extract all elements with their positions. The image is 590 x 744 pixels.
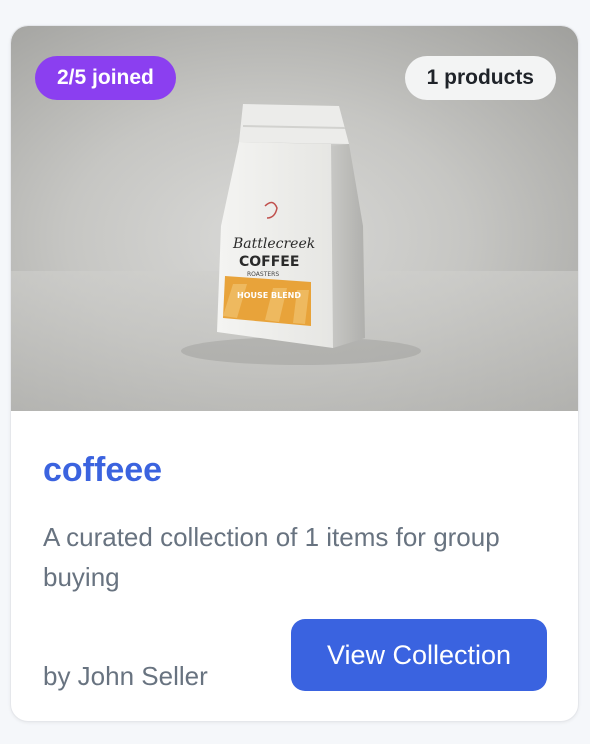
seller-name: by John Seller	[43, 661, 208, 691]
collection-image: Battlecreek COFFEE ROASTERS HOUSE BLEND …	[11, 26, 578, 411]
card-body: coffeee A curated collection of 1 items …	[11, 411, 578, 721]
collection-title[interactable]: coffeee	[43, 451, 162, 490]
view-collection-button[interactable]: View Collection	[291, 619, 547, 691]
products-count-badge: 1 products	[404, 56, 556, 100]
bag-name-text: COFFEE	[239, 254, 299, 270]
bag-label-text: HOUSE BLEND	[237, 291, 301, 300]
bag-sub-text: ROASTERS	[247, 271, 279, 278]
joined-badge: 2/5 joined	[35, 56, 176, 100]
bag-brand-text: Battlecreek	[232, 236, 315, 252]
collection-description: A curated collection of 1 items for grou…	[43, 522, 500, 592]
collection-card[interactable]: Battlecreek COFFEE ROASTERS HOUSE BLEND …	[10, 25, 579, 722]
